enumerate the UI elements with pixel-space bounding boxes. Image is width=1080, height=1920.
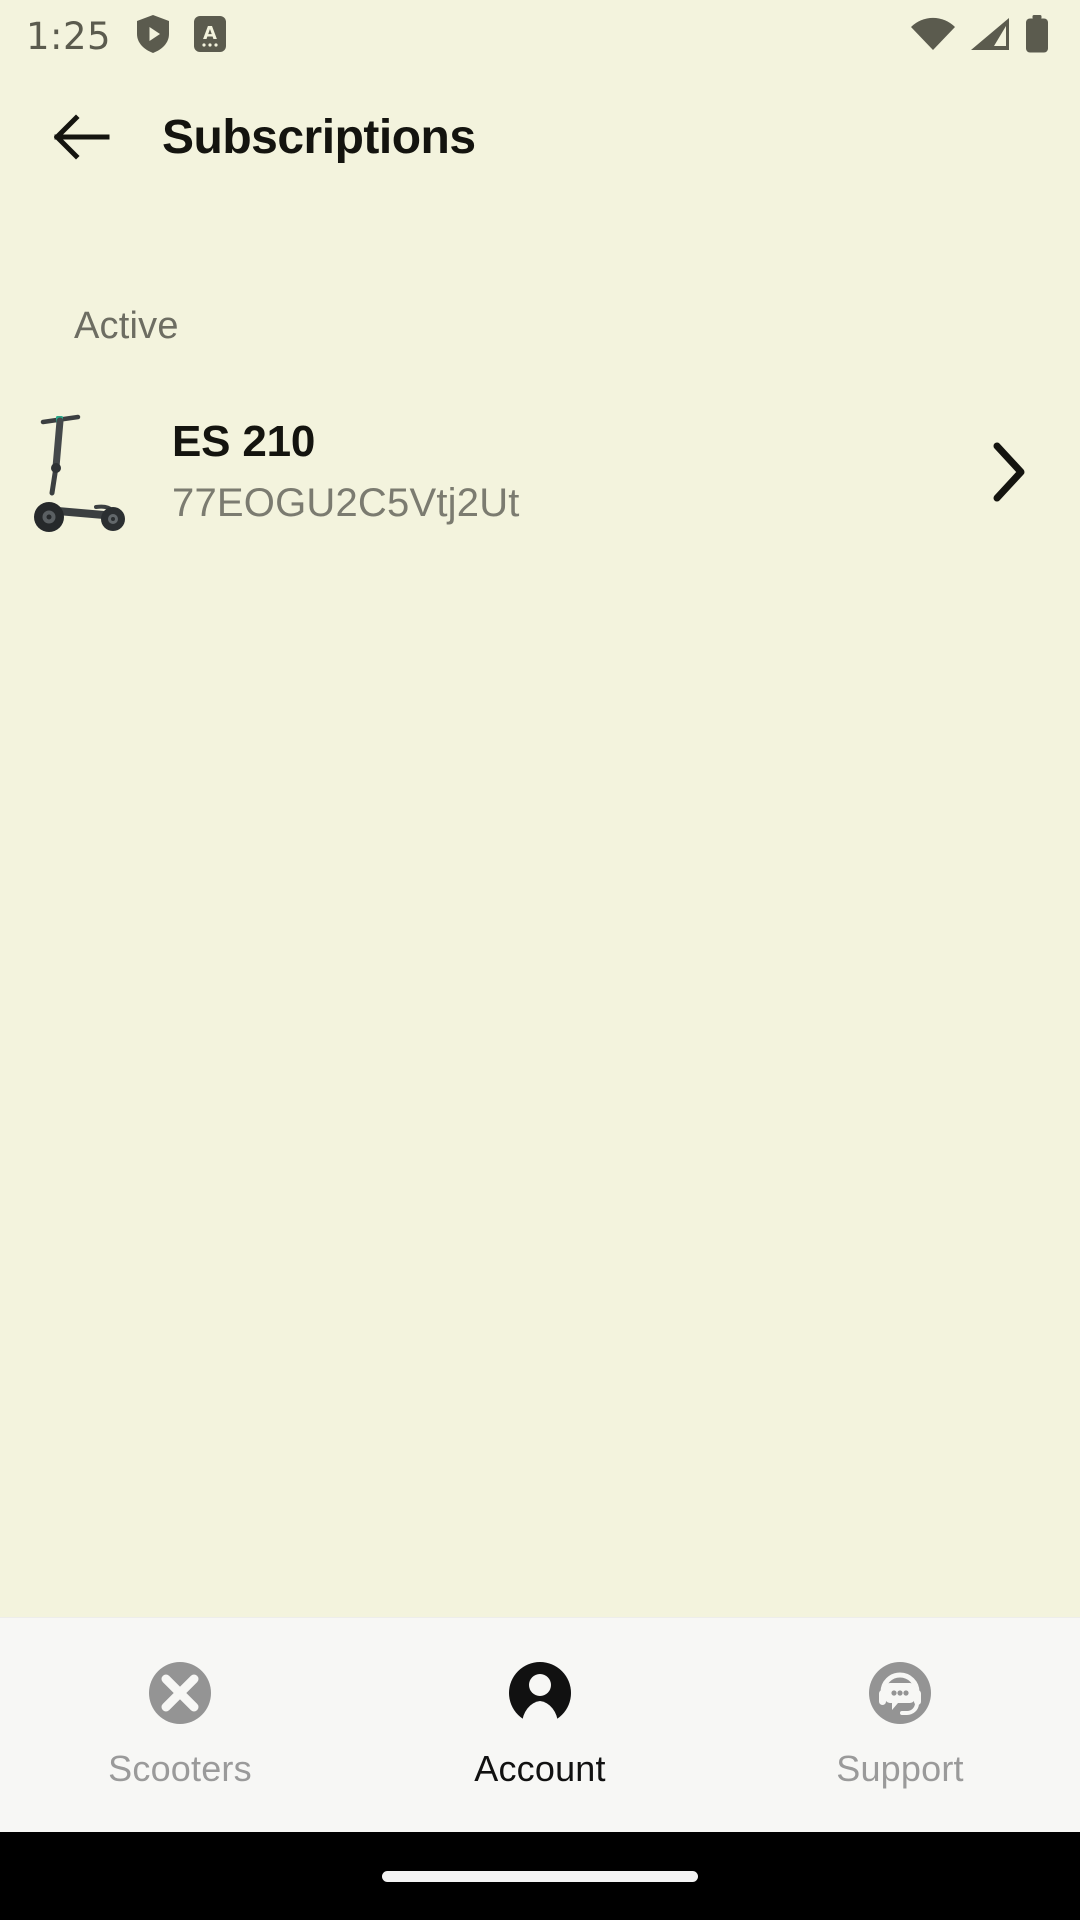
status-right-icons bbox=[910, 14, 1050, 58]
content-area: Active ES 210 77EOGU2C5Vtj2Ut bbox=[0, 202, 1080, 1617]
battery-full-icon bbox=[1024, 14, 1050, 58]
status-left-icons: A bbox=[135, 14, 227, 59]
status-bar: 1:25 A bbox=[0, 0, 1080, 72]
app-bar: Subscriptions bbox=[0, 72, 1080, 202]
headset-support-icon bbox=[868, 1661, 932, 1730]
subscription-name: ES 210 bbox=[172, 417, 316, 467]
arrow-left-icon bbox=[54, 114, 110, 160]
nav-item-scooters[interactable]: Scooters bbox=[0, 1661, 360, 1790]
section-header-active: Active bbox=[74, 305, 179, 347]
scooter-thumbnail bbox=[0, 404, 160, 539]
status-clock: 1:25 bbox=[26, 14, 112, 58]
cellular-signal-icon bbox=[969, 16, 1011, 57]
phone-screen: 1:25 A Subscriptions Active ES 210 77EOG… bbox=[0, 0, 1080, 1920]
electric-scooter-image bbox=[34, 414, 125, 532]
shield-play-icon bbox=[135, 14, 171, 59]
subscription-list: ES 210 77EOGU2C5Vtj2Ut bbox=[0, 388, 1080, 555]
nav-label-support: Support bbox=[836, 1747, 964, 1789]
home-indicator[interactable] bbox=[382, 1870, 698, 1882]
subscription-row[interactable]: ES 210 77EOGU2C5Vtj2Ut bbox=[0, 388, 1080, 555]
wifi-icon bbox=[910, 16, 956, 57]
subscription-text: ES 210 77EOGU2C5Vtj2Ut bbox=[172, 417, 974, 526]
android-a-badge-icon: A bbox=[193, 15, 227, 58]
nav-label-scooters: Scooters bbox=[108, 1747, 252, 1789]
chevron-right-icon bbox=[993, 442, 1025, 501]
bottom-navigation: Scooters Account Support bbox=[0, 1617, 1080, 1832]
nav-label-account: Account bbox=[474, 1747, 606, 1789]
svg-text:A: A bbox=[203, 23, 217, 44]
nav-item-account[interactable]: Account bbox=[360, 1661, 720, 1790]
person-avatar-icon bbox=[508, 1661, 572, 1730]
scooter-brand-circle-x-icon bbox=[148, 1661, 212, 1730]
subscription-serial: 77EOGU2C5Vtj2Ut bbox=[172, 480, 520, 525]
system-gesture-bar bbox=[0, 1832, 1080, 1920]
back-button[interactable] bbox=[46, 101, 118, 173]
page-title: Subscriptions bbox=[162, 110, 476, 164]
subscription-chevron[interactable] bbox=[974, 441, 1044, 503]
nav-item-support[interactable]: Support bbox=[720, 1661, 1080, 1790]
